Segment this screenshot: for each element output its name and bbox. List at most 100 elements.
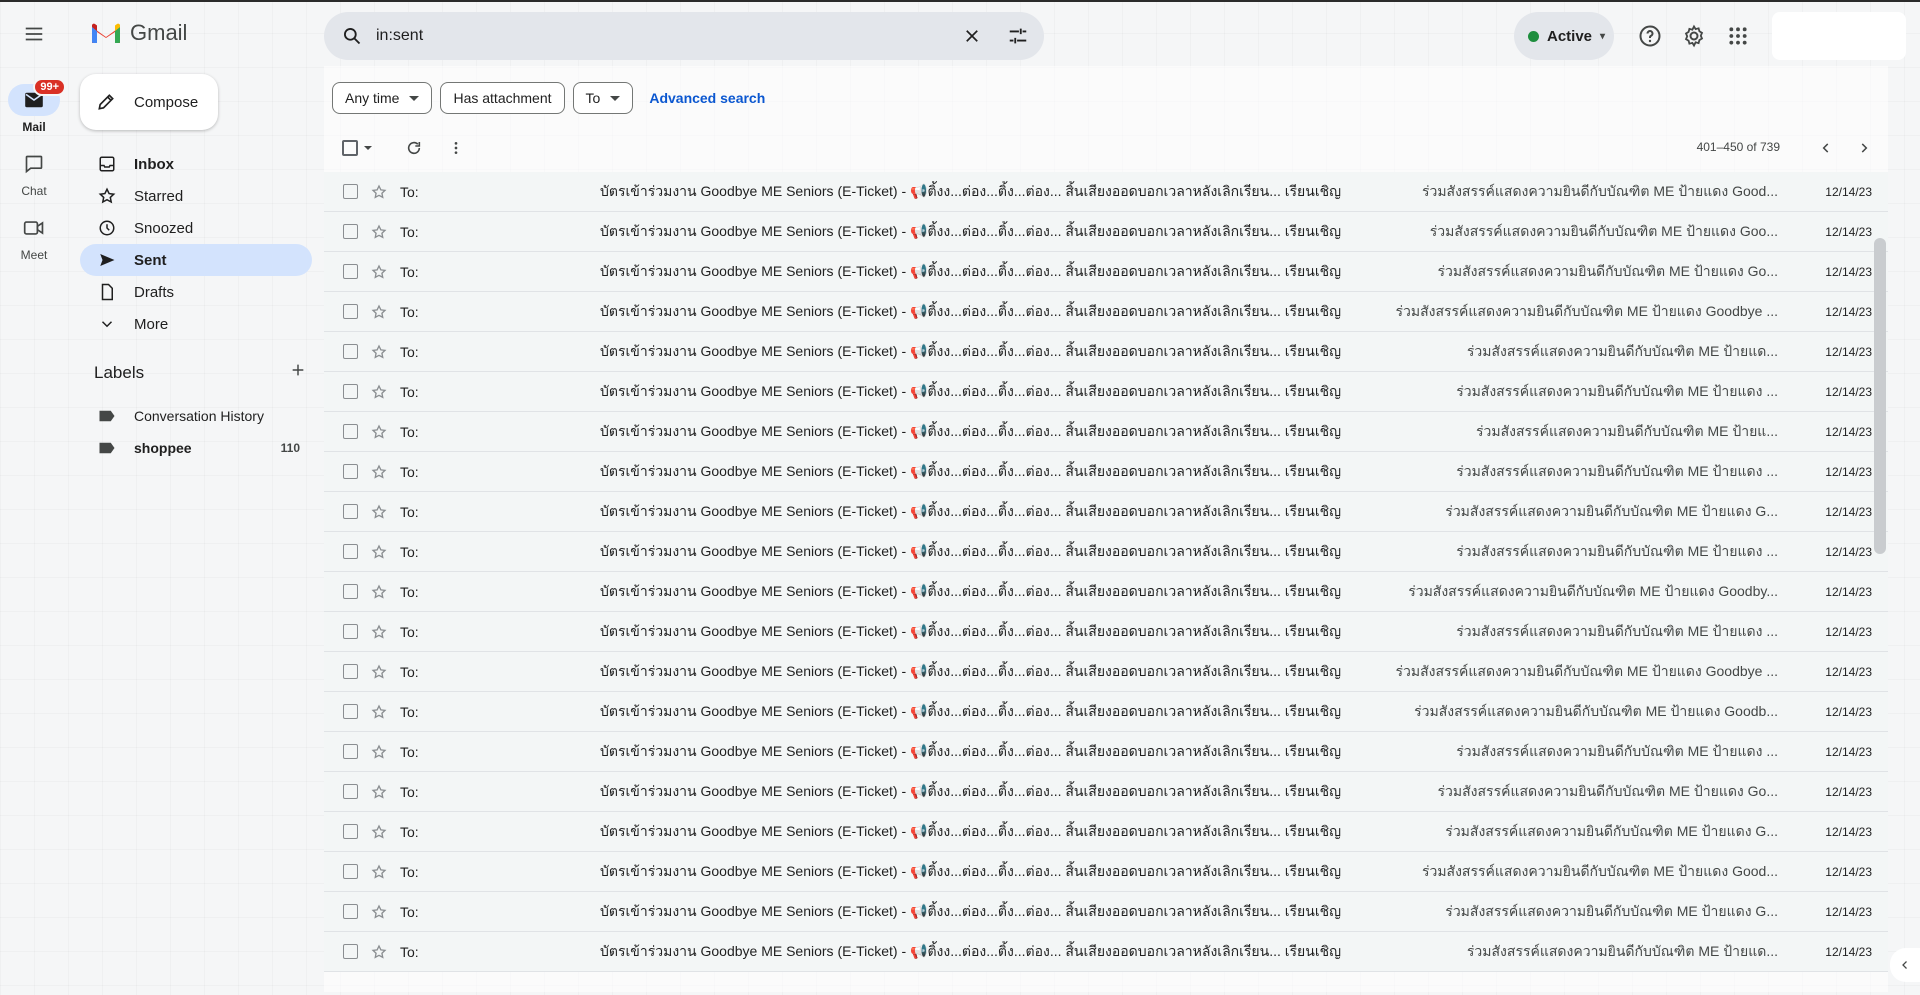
email-row[interactable]: To: บัตรเข้าร่วมงาน Goodbye ME Seniors (E… [324,732,1888,772]
email-subject: บัตรเข้าร่วมงาน Goodbye ME Seniors (E-Ti… [600,182,1342,199]
star-toggle[interactable] [370,943,388,961]
nav-item-snoozed[interactable]: Snoozed [80,212,312,244]
refresh-button[interactable] [400,132,428,164]
row-checkbox[interactable] [343,344,358,359]
search-options-button[interactable] [998,16,1038,56]
star-toggle[interactable] [370,783,388,801]
nav-item-inbox[interactable]: Inbox [80,148,312,180]
star-toggle[interactable] [370,823,388,841]
list-scrollbar[interactable] [1874,238,1886,554]
rail-chat-label: Chat [21,184,47,198]
filter-any-time[interactable]: Any time [332,82,433,114]
star-toggle[interactable] [370,343,388,361]
star-toggle[interactable] [370,583,388,601]
main-menu-button[interactable] [14,14,54,54]
row-checkbox[interactable] [343,784,358,799]
star-toggle[interactable] [370,463,388,481]
row-checkbox[interactable] [343,624,358,639]
older-page-button[interactable] [1812,132,1840,164]
clear-search-button[interactable] [952,16,992,56]
row-checkbox[interactable] [343,464,358,479]
row-checkbox[interactable] [343,264,358,279]
email-row[interactable]: To: บัตรเข้าร่วมงาน Goodbye ME Seniors (E… [324,172,1888,212]
star-toggle[interactable] [370,703,388,721]
email-row[interactable]: To: บัตรเข้าร่วมงาน Goodbye ME Seniors (E… [324,252,1888,292]
email-row[interactable]: To: บัตรเข้าร่วมงาน Goodbye ME Seniors (E… [324,532,1888,572]
star-toggle[interactable] [370,303,388,321]
star-toggle[interactable] [370,663,388,681]
row-checkbox[interactable] [343,664,358,679]
star-toggle[interactable] [370,543,388,561]
nav-item-drafts[interactable]: Drafts [80,276,312,308]
side-panel-toggle[interactable] [1890,948,1920,982]
star-toggle[interactable] [370,223,388,241]
email-row[interactable]: To: บัตรเข้าร่วมงาน Goodbye ME Seniors (E… [324,852,1888,892]
email-row[interactable]: To: บัตรเข้าร่วมงาน Goodbye ME Seniors (E… [324,452,1888,492]
clock-icon [99,220,115,236]
email-row[interactable]: To: บัตรเข้าร่วมงาน Goodbye ME Seniors (E… [324,572,1888,612]
rail-mail[interactable]: 99+ Mail [8,78,66,134]
filter-has-attachment[interactable]: Has attachment [440,82,565,114]
row-checkbox[interactable] [343,424,358,439]
select-all-checkbox[interactable] [342,132,372,164]
gmail-logo[interactable]: Gmail [90,20,187,46]
row-checkbox[interactable] [343,704,358,719]
row-checkbox[interactable] [343,384,358,399]
star-toggle[interactable] [370,743,388,761]
apps-button[interactable] [1718,16,1758,56]
star-toggle[interactable] [370,863,388,881]
support-button[interactable] [1630,16,1670,56]
compose-button[interactable]: Compose [80,74,218,130]
more-actions-button[interactable] [442,132,470,164]
email-row[interactable]: To: บัตรเข้าร่วมงาน Goodbye ME Seniors (E… [324,692,1888,732]
status-dot [1528,30,1539,42]
row-checkbox[interactable] [343,584,358,599]
star-toggle[interactable] [370,383,388,401]
nav-item-starred[interactable]: Starred [80,180,312,212]
email-subject: บัตรเข้าร่วมงาน Goodbye ME Seniors (E-Ti… [600,502,1342,519]
star-toggle[interactable] [370,183,388,201]
email-row[interactable]: To: บัตรเข้าร่วมงาน Goodbye ME Seniors (E… [324,812,1888,852]
email-row[interactable]: To: บัตรเข้าร่วมงาน Goodbye ME Seniors (E… [324,412,1888,452]
star-toggle[interactable] [370,263,388,281]
add-label-button[interactable] [290,362,306,383]
star-toggle[interactable] [370,623,388,641]
rail-chat[interactable]: Chat [8,148,60,198]
label-item-conversation-history[interactable]: Conversation History [80,400,312,432]
email-row[interactable]: To: บัตรเข้าร่วมงาน Goodbye ME Seniors (E… [324,932,1888,972]
row-checkbox[interactable] [343,944,358,959]
account-area[interactable] [1772,12,1906,60]
status-selector[interactable]: Active ▾ [1514,12,1614,60]
email-row[interactable]: To: บัตรเข้าร่วมงาน Goodbye ME Seniors (E… [324,772,1888,812]
nav-item-more[interactable]: More [80,308,312,340]
star-toggle[interactable] [370,903,388,921]
newer-page-button[interactable] [1850,132,1878,164]
nav-item-sent[interactable]: Sent [80,244,312,276]
row-checkbox[interactable] [343,504,358,519]
email-row[interactable]: To: บัตรเข้าร่วมงาน Goodbye ME Seniors (E… [324,212,1888,252]
search-button[interactable] [328,12,376,60]
row-checkbox[interactable] [343,224,358,239]
row-checkbox[interactable] [343,184,358,199]
filter-to[interactable]: To [572,82,634,114]
row-checkbox[interactable] [343,864,358,879]
star-toggle[interactable] [370,503,388,521]
row-checkbox[interactable] [343,544,358,559]
row-checkbox[interactable] [343,904,358,919]
settings-button[interactable] [1674,16,1714,56]
advanced-search-link[interactable]: Advanced search [649,90,765,106]
search-input[interactable] [376,16,952,56]
rail-meet[interactable]: Meet [8,212,60,262]
star-toggle[interactable] [370,423,388,441]
row-checkbox[interactable] [343,744,358,759]
email-row[interactable]: To: บัตรเข้าร่วมงาน Goodbye ME Seniors (E… [324,492,1888,532]
row-checkbox[interactable] [343,304,358,319]
email-row[interactable]: To: บัตรเข้าร่วมงาน Goodbye ME Seniors (E… [324,892,1888,932]
email-row[interactable]: To: บัตรเข้าร่วมงาน Goodbye ME Seniors (E… [324,372,1888,412]
email-row[interactable]: To: บัตรเข้าร่วมงาน Goodbye ME Seniors (E… [324,652,1888,692]
label-item-shoppee[interactable]: shoppee 110 [80,432,312,464]
email-row[interactable]: To: บัตรเข้าร่วมงาน Goodbye ME Seniors (E… [324,292,1888,332]
row-checkbox[interactable] [343,824,358,839]
email-row[interactable]: To: บัตรเข้าร่วมงาน Goodbye ME Seniors (E… [324,332,1888,372]
email-row[interactable]: To: บัตรเข้าร่วมงาน Goodbye ME Seniors (E… [324,612,1888,652]
